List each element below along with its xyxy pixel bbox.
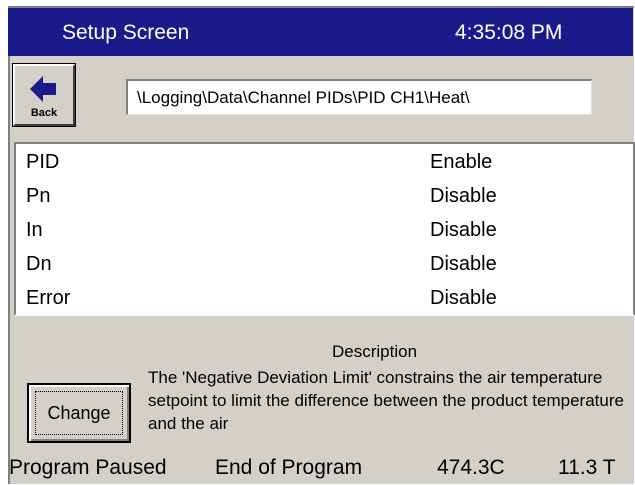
title-bar: Setup Screen 4:35:08 PM: [8, 8, 633, 56]
list-item[interactable]: PID Enable: [16, 146, 633, 180]
list-item-value: Enable: [430, 151, 493, 173]
description-text: The 'Negative Deviation Limit' constrain…: [148, 368, 624, 433]
list-item-name: PID: [26, 151, 60, 173]
list-item[interactable]: Dn Disable: [16, 248, 633, 282]
list-item-name: Dn: [26, 253, 52, 275]
list-item-name: Pn: [26, 185, 51, 207]
back-button-label: Back: [30, 107, 58, 119]
temperature-readout: 474.3C: [437, 456, 505, 479]
left-arrow-icon: [30, 76, 56, 102]
change-button[interactable]: Change: [27, 383, 131, 443]
back-button[interactable]: Back: [12, 63, 76, 127]
list-item[interactable]: Pn Disable: [16, 180, 633, 214]
list-item[interactable]: Error Disable: [16, 282, 633, 316]
list-item-value: Disable: [430, 219, 497, 241]
list-item-value: Disable: [430, 253, 497, 275]
list-item[interactable]: In Disable: [16, 214, 633, 248]
status-bar: Program Paused End of Program 474.3C 11.…: [9, 454, 634, 484]
clock-time: 4:35:08 PM: [455, 21, 563, 44]
list-item-value: Disable: [430, 287, 497, 309]
settings-list: PID Enable Pn Disable In Disable Dn Disa…: [14, 142, 635, 316]
description-title: Description: [332, 342, 418, 361]
time-readout: 11.3 T: [558, 456, 616, 479]
list-item-name: In: [26, 219, 43, 241]
focus-rectangle: [35, 391, 123, 435]
program-state: Program Paused: [9, 456, 167, 479]
path-field[interactable]: \Logging\Data\Channel PIDs\PID CH1\Heat\: [126, 79, 592, 115]
program-step: End of Program: [215, 456, 363, 479]
list-item-name: Error: [26, 287, 71, 309]
window-title: Setup Screen: [62, 21, 190, 44]
list-item-value: Disable: [430, 185, 497, 207]
